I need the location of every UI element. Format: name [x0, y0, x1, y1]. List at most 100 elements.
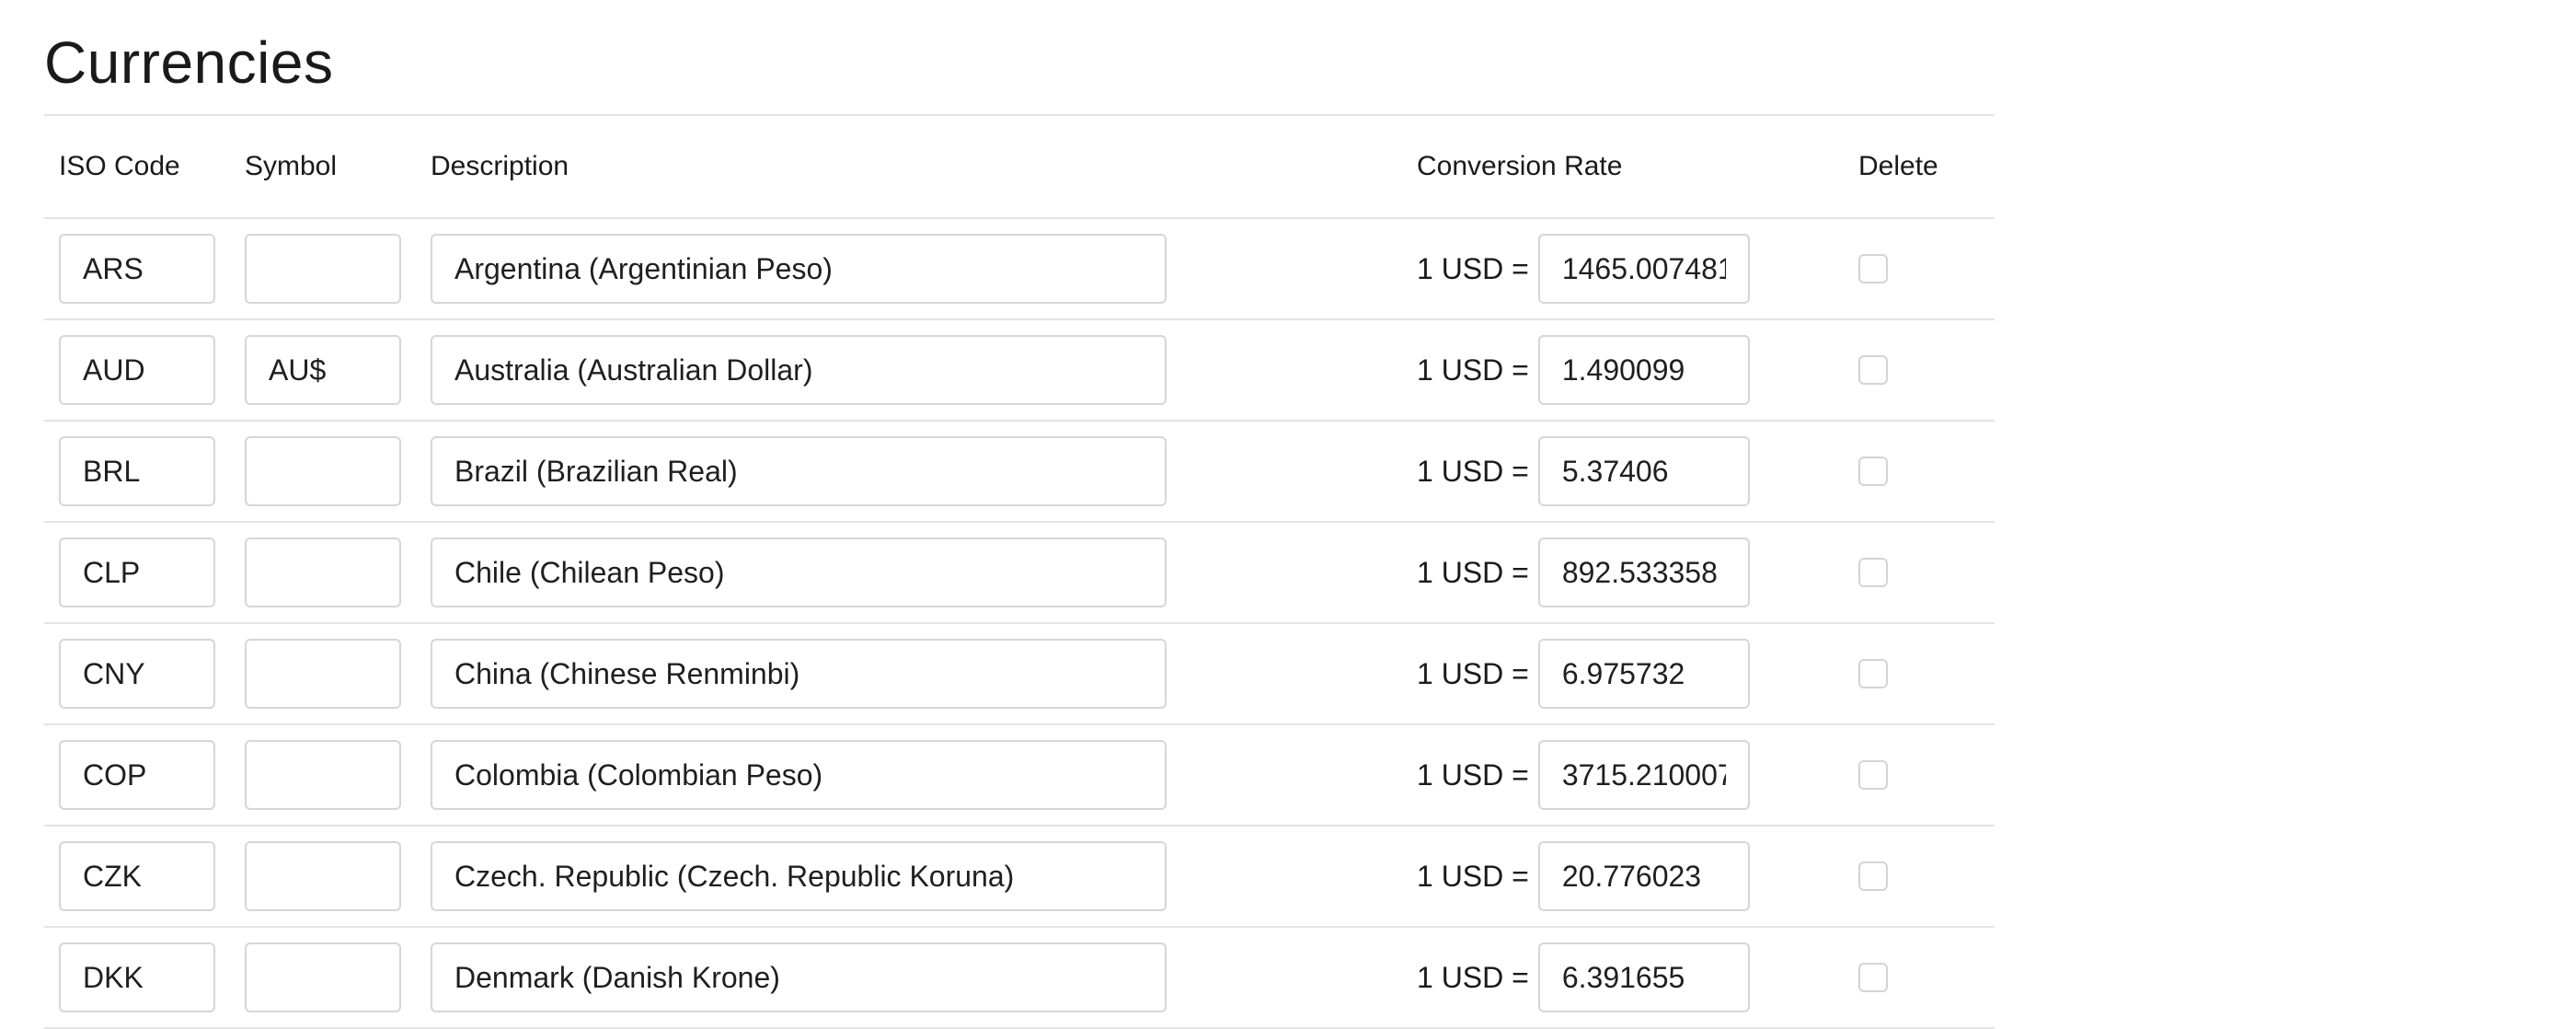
delete-checkbox[interactable] [1858, 457, 1888, 486]
conversion-rate-input[interactable] [1537, 841, 1750, 911]
conversion-rate-input[interactable] [1537, 234, 1750, 304]
cell-rate: 1 USD = [1402, 927, 1844, 1029]
description-input[interactable] [431, 942, 1167, 1012]
iso-code-input[interactable] [59, 335, 215, 405]
table-header-row: ISO Code Symbol Description Conversion R… [44, 116, 1995, 219]
iso-code-input[interactable] [59, 841, 215, 911]
cell-delete [1844, 927, 1995, 1029]
delete-checkbox[interactable] [1858, 760, 1888, 790]
delete-checkbox[interactable] [1858, 355, 1888, 385]
iso-code-input[interactable] [59, 639, 215, 709]
table-row: 1 USD = [44, 826, 1995, 928]
description-input[interactable] [431, 841, 1167, 911]
cell-rate: 1 USD = [1402, 724, 1844, 827]
table-row: 1 USD = [44, 724, 1995, 827]
cell-delete [1844, 724, 1995, 827]
cell-description [416, 218, 1402, 320]
table-row: 1 USD = [44, 218, 1995, 320]
symbol-input[interactable] [245, 335, 401, 405]
cell-symbol [230, 927, 416, 1029]
table-row: 1 USD = [44, 623, 1995, 725]
description-input[interactable] [431, 639, 1167, 709]
conversion-rate-input[interactable] [1537, 942, 1750, 1012]
delete-checkbox[interactable] [1858, 558, 1888, 587]
column-header-delete: Delete [1844, 116, 1995, 219]
description-input[interactable] [431, 538, 1167, 607]
column-header-conversion-rate: Conversion Rate [1402, 116, 1844, 219]
cell-rate: 1 USD = [1402, 826, 1844, 928]
column-header-description: Description [416, 116, 1402, 219]
page-title: Currencies [44, 29, 334, 96]
delete-checkbox[interactable] [1858, 963, 1888, 992]
symbol-input[interactable] [245, 639, 401, 709]
symbol-input[interactable] [245, 538, 401, 607]
conversion-rate-input[interactable] [1537, 436, 1750, 506]
cell-symbol [230, 724, 416, 827]
cell-symbol [230, 421, 416, 523]
table-row: 1 USD = [44, 522, 1995, 624]
delete-checkbox[interactable] [1858, 861, 1888, 891]
delete-checkbox[interactable] [1858, 254, 1888, 283]
iso-code-input[interactable] [59, 538, 215, 607]
symbol-input[interactable] [245, 942, 401, 1012]
cell-rate: 1 USD = [1402, 319, 1844, 422]
table-row: 1 USD = [44, 927, 1995, 1029]
rate-prefix-label: 1 USD = [1417, 960, 1529, 994]
cell-symbol [230, 218, 416, 320]
cell-iso [44, 218, 230, 320]
currencies-page: Currencies ISO Code Symbol Description C… [44, 0, 1995, 1029]
cell-description [416, 724, 1402, 827]
conversion-rate-input[interactable] [1537, 335, 1750, 405]
description-input[interactable] [431, 335, 1167, 405]
cell-iso [44, 724, 230, 827]
cell-rate: 1 USD = [1402, 218, 1844, 320]
iso-code-input[interactable] [59, 942, 215, 1012]
rate-prefix-label: 1 USD = [1417, 251, 1529, 285]
cell-delete [1844, 421, 1995, 523]
column-header-symbol: Symbol [230, 116, 416, 219]
iso-code-input[interactable] [59, 436, 215, 506]
column-header-iso-code: ISO Code [44, 116, 230, 219]
cell-delete [1844, 522, 1995, 624]
cell-symbol [230, 522, 416, 624]
conversion-rate-input[interactable] [1537, 740, 1750, 810]
rate-prefix-label: 1 USD = [1417, 353, 1529, 387]
cell-iso [44, 623, 230, 725]
currency-rows: 1 USD = 1 USD = 1 USD = 1 [44, 218, 1995, 1029]
cell-description [416, 927, 1402, 1029]
conversion-rate-input[interactable] [1537, 538, 1750, 607]
currency-table: ISO Code Symbol Description Conversion R… [44, 116, 1995, 1029]
conversion-rate-input[interactable] [1537, 639, 1750, 709]
iso-code-input[interactable] [59, 234, 215, 304]
rate-prefix-label: 1 USD = [1417, 859, 1529, 893]
table-row: 1 USD = [44, 319, 1995, 422]
cell-delete [1844, 623, 1995, 725]
symbol-input[interactable] [245, 436, 401, 506]
cell-iso [44, 927, 230, 1029]
rate-prefix-label: 1 USD = [1417, 555, 1529, 589]
cell-iso [44, 421, 230, 523]
iso-code-input[interactable] [59, 740, 215, 810]
symbol-input[interactable] [245, 740, 401, 810]
symbol-input[interactable] [245, 234, 401, 304]
cell-symbol [230, 623, 416, 725]
cell-delete [1844, 319, 1995, 422]
cell-iso [44, 522, 230, 624]
rate-prefix-label: 1 USD = [1417, 454, 1529, 488]
description-input[interactable] [431, 234, 1167, 304]
cell-symbol [230, 826, 416, 928]
rate-prefix-label: 1 USD = [1417, 757, 1529, 792]
symbol-input[interactable] [245, 841, 401, 911]
rate-prefix-label: 1 USD = [1417, 656, 1529, 690]
cell-symbol [230, 319, 416, 422]
cell-iso [44, 826, 230, 928]
description-input[interactable] [431, 740, 1167, 810]
cell-description [416, 522, 1402, 624]
cell-delete [1844, 826, 1995, 928]
delete-checkbox[interactable] [1858, 659, 1888, 688]
cell-delete [1844, 218, 1995, 320]
cell-rate: 1 USD = [1402, 623, 1844, 725]
cell-iso [44, 319, 230, 422]
cell-description [416, 623, 1402, 725]
description-input[interactable] [431, 436, 1167, 506]
